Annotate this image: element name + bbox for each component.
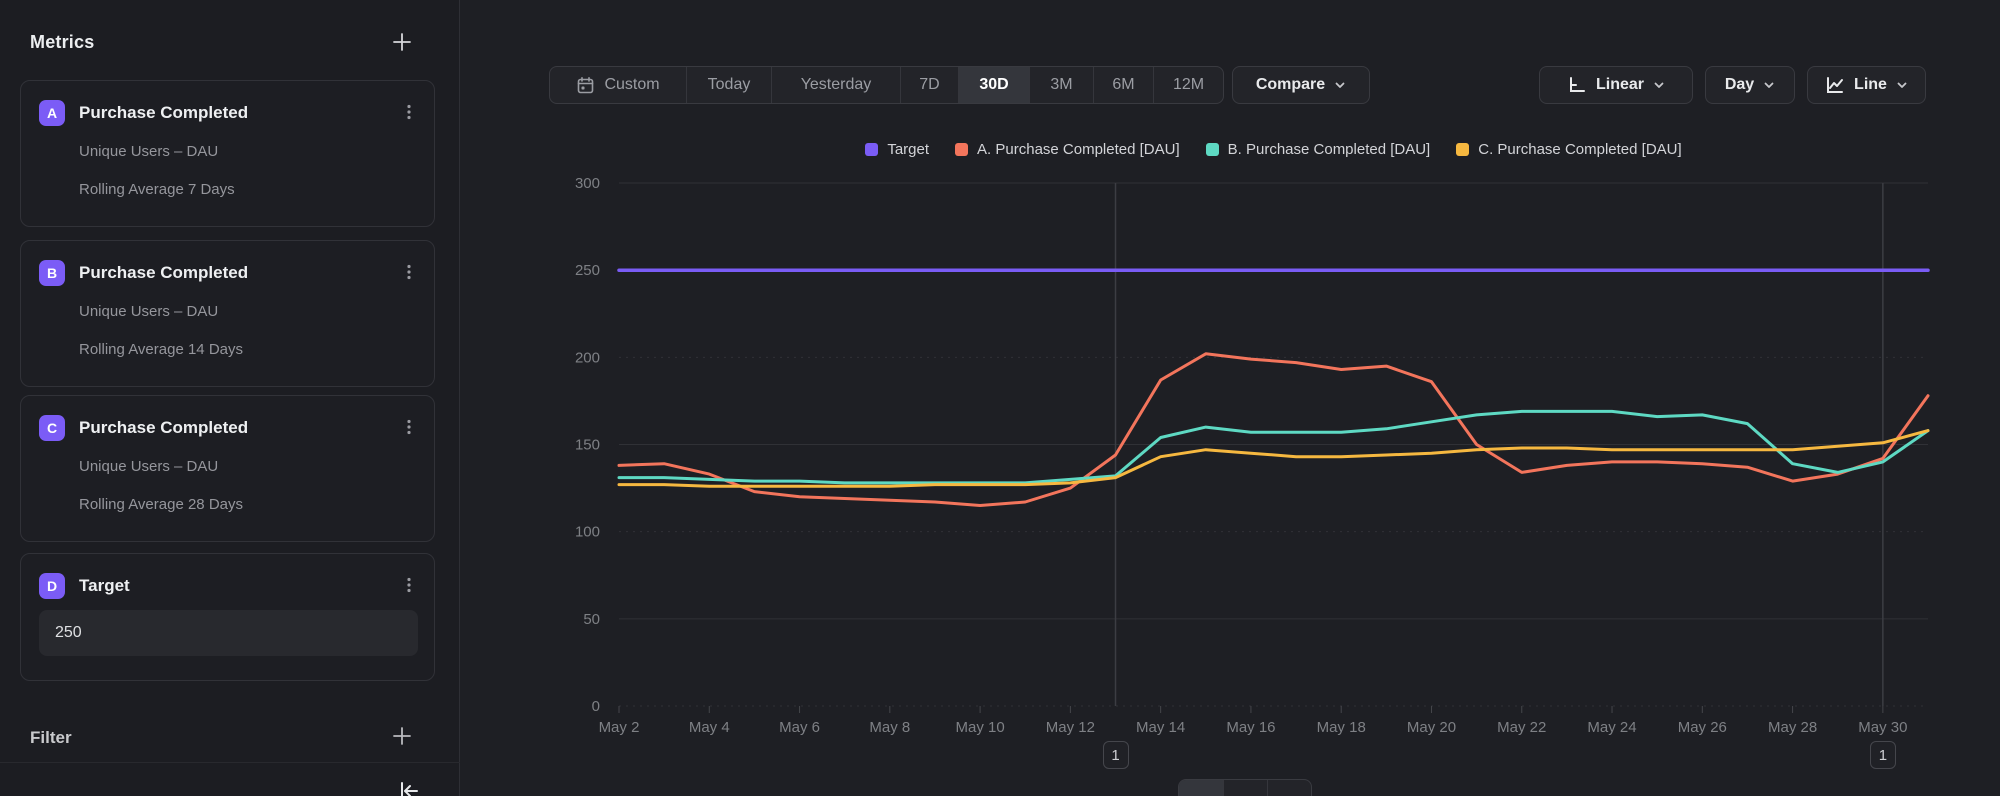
target-card[interactable]: D Target [20,553,435,681]
metric-badge: A [39,100,65,126]
line-chart[interactable]: 0 50 100 150 200 250 300 May 2 May 4 May 6 May 8 Ma… [460,0,2000,796]
kebab-icon [400,418,418,436]
metric-menu-button[interactable] [396,99,422,125]
add-filter-button[interactable] [389,724,415,750]
kebab-icon [400,103,418,121]
metric-measure: Unique Users – DAU [79,143,218,160]
x-tick-label: May 20 [1407,719,1456,736]
kebab-icon [400,576,418,594]
metric-menu-button[interactable] [396,414,422,440]
x-tick-label: May 14 [1136,719,1185,736]
x-tick-label: May 28 [1768,719,1817,736]
target-value-input[interactable] [39,610,418,656]
target-title: Target [79,576,130,596]
y-tick-label: 0 [592,698,600,715]
metric-card-a[interactable]: A Purchase Completed Unique Users – DAU … [20,80,435,227]
sidebar: Metrics A Purchase Completed Unique User… [0,0,460,796]
display-mode-split[interactable] [1223,780,1267,796]
plus-icon [391,31,413,56]
x-tick-label: May 12 [1046,719,1095,736]
metric-title: Purchase Completed [79,418,248,438]
x-tick-label: May 22 [1497,719,1546,736]
metric-measure: Unique Users – DAU [79,303,218,320]
y-tick-label: 150 [575,437,600,454]
series-line-3 [619,431,1928,487]
x-tick-label: May 16 [1226,719,1275,736]
y-tick-label: 50 [583,611,600,628]
metric-transform: Rolling Average 7 Days [79,181,235,198]
annotation-badge[interactable]: 1 [1103,741,1129,769]
metric-title: Purchase Completed [79,103,248,123]
metric-badge: B [39,260,65,286]
metrics-dashboard: Metrics A Purchase Completed Unique User… [0,0,2000,796]
filter-section-title: Filter [30,728,72,748]
metric-card-b[interactable]: B Purchase Completed Unique Users – DAU … [20,240,435,387]
x-tick-label: May 10 [956,719,1005,736]
plus-icon [391,725,413,750]
y-tick-label: 250 [575,262,600,279]
metric-transform: Rolling Average 28 Days [79,496,243,513]
display-mode-table[interactable] [1267,780,1311,796]
x-tick-label: May 24 [1587,719,1636,736]
metric-badge: C [39,415,65,441]
display-mode-control [1178,779,1312,796]
x-tick-label: May 6 [779,719,820,736]
chart-panel: Custom Today Yesterday 7D 30D 3M 6M 12M … [460,0,2000,796]
x-tick-label: May 2 [599,719,640,736]
y-tick-label: 300 [575,175,600,192]
sidebar-title: Metrics [30,32,94,53]
metric-menu-button[interactable] [396,259,422,285]
series-line-2 [619,411,1928,483]
metric-measure: Unique Users – DAU [79,458,218,475]
x-tick-label: May 26 [1678,719,1727,736]
target-menu-button[interactable] [396,572,422,598]
metric-badge: D [39,573,65,599]
x-tick-label: May 4 [689,719,730,736]
x-tick-label: May 8 [869,719,910,736]
metric-transform: Rolling Average 14 Days [79,341,243,358]
kebab-icon [400,263,418,281]
display-mode-chart[interactable] [1179,780,1223,796]
annotation-badge[interactable]: 1 [1870,741,1896,769]
y-tick-label: 200 [575,349,600,366]
collapse-left-icon [396,778,422,796]
add-metric-button[interactable] [389,30,415,56]
metric-card-c[interactable]: C Purchase Completed Unique Users – DAU … [20,395,435,542]
metric-title: Purchase Completed [79,263,248,283]
sidebar-divider [0,762,460,763]
collapse-sidebar-button[interactable] [396,779,422,796]
x-tick-label: May 18 [1317,719,1366,736]
x-tick-label: May 30 [1858,719,1907,736]
y-tick-label: 100 [575,524,600,541]
